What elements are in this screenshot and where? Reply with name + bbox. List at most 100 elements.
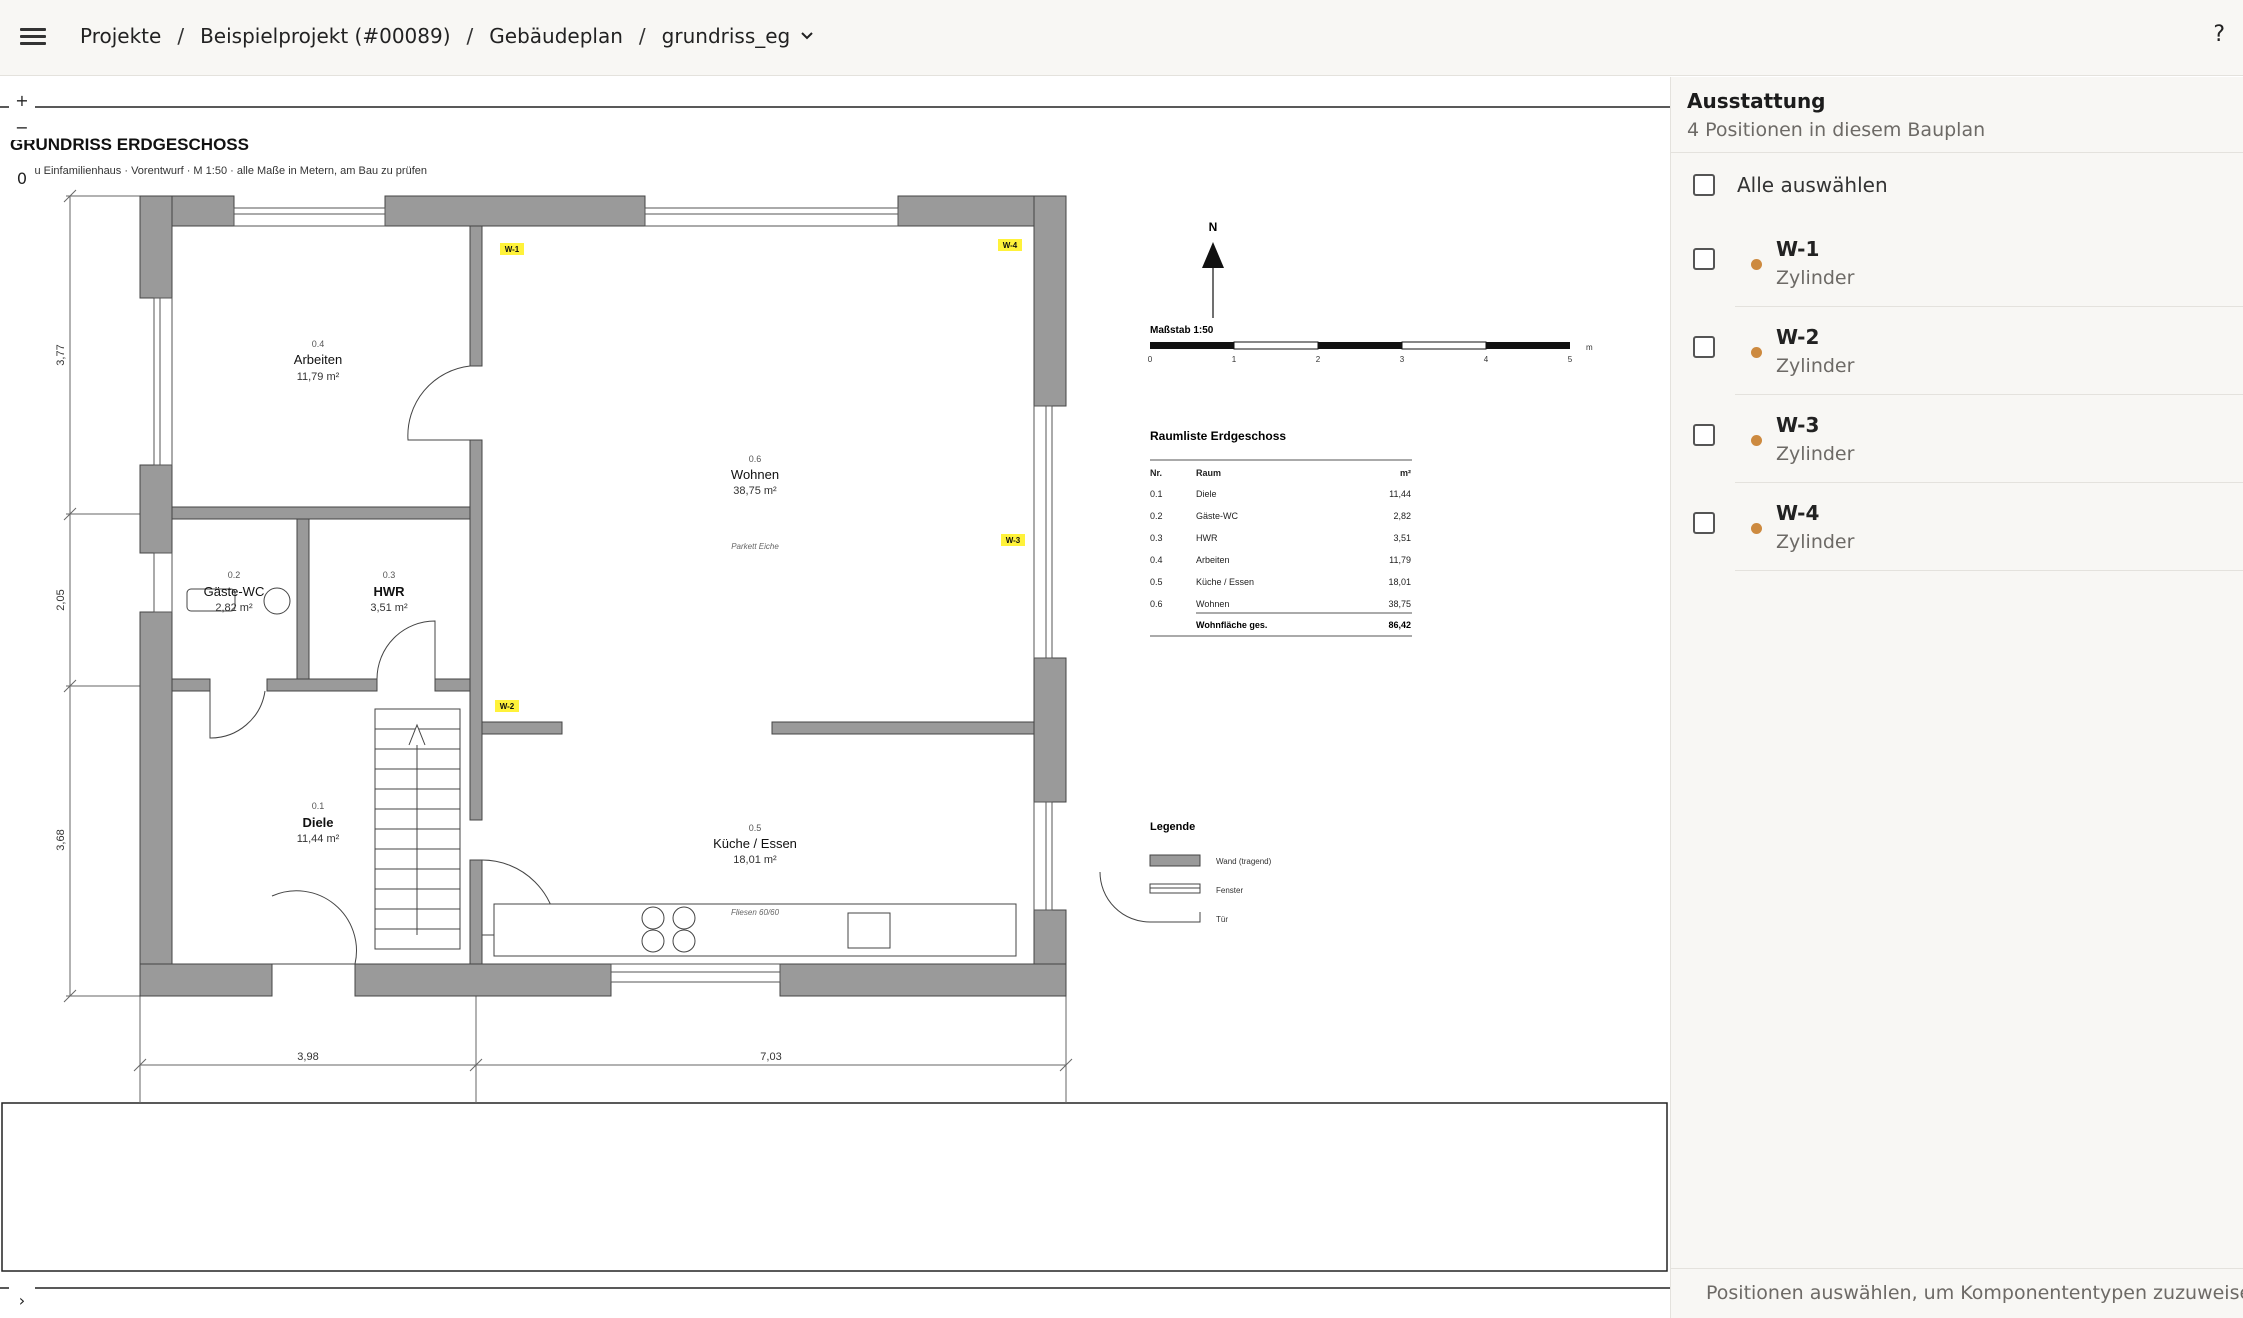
svg-text:Raumliste Erdgeschoss: Raumliste Erdgeschoss [1150,429,1286,443]
zoom-reset-button[interactable]: 0 [9,165,35,191]
room-name: Wohnen [731,467,779,482]
svg-text:Raum: Raum [1196,468,1221,478]
marker-w4-label: W-4 [1003,241,1018,250]
list-item-divider [1735,483,2243,571]
item-checkbox[interactable] [1693,336,1715,358]
help-button[interactable]: ? [2213,22,2225,47]
svg-text:2: 2 [1316,355,1321,364]
svg-text:1: 1 [1232,355,1237,364]
breadcrumb-project[interactable]: Beispielprojekt (#00089) [200,24,450,48]
chevron-down-icon[interactable] [800,31,814,41]
item-subtitle: Zylinder [1776,443,1855,465]
sidebar-subtitle: 4 Positionen in diesem Bauplan [1687,119,1986,141]
room-area: 2,82 m² [215,602,253,614]
svg-text:Wand (tragend): Wand (tragend) [1216,857,1272,866]
list-item[interactable]: W-4 Zylinder [1671,483,2243,571]
breadcrumb: Projekte / Beispielprojekt (#00089) / Ge… [80,24,814,48]
select-all-label: Alle auswählen [1737,173,1888,197]
sidebar-header: Ausstattung 4 Positionen in diesem Baupl… [1671,77,2243,153]
dimension-label: 7,03 [760,1051,781,1063]
svg-text:Diele: Diele [1196,489,1217,499]
status-dot-icon [1751,435,1762,446]
room-name: Gäste-WC [204,584,265,599]
item-subtitle: Zylinder [1776,355,1855,377]
item-title: W-4 [1776,501,1820,525]
marker-w2-label: W-2 [500,702,515,711]
svg-text:HWR: HWR [1196,533,1218,543]
room-number: 0.1 [312,801,325,811]
top-bar: Projekte / Beispielprojekt (#00089) / Ge… [0,0,2243,76]
plan-canvas[interactable]: GRUNDRISS ERDGESCHOSS eubau Einfamilienh… [0,77,1670,1318]
dimension-label: 3,68 [55,829,67,850]
item-title: W-1 [1776,237,1820,261]
legend: Legende Wand (tragend) Fenster Tür [1099,821,1272,924]
sidebar-title: Ausstattung [1687,89,1826,113]
svg-text:3,51: 3,51 [1393,533,1411,543]
room-labels: 0.4 Arbeiten 11,79 m² 0.6 Wohnen 38,75 m… [204,339,797,917]
svg-text:m: m [1586,343,1593,352]
room-number: 0.2 [228,570,241,580]
svg-text:m²: m² [1400,468,1411,478]
title-block-frame [1,1102,1668,1272]
room-number: 0.6 [749,454,762,464]
svg-text:Arbeiten: Arbeiten [1196,555,1230,565]
svg-text:Wohnen: Wohnen [1196,599,1229,609]
item-subtitle: Zylinder [1776,531,1855,553]
svg-text:18,01: 18,01 [1388,577,1411,587]
list-item[interactable]: W-1 Zylinder [1671,219,2243,307]
svg-text:4: 4 [1484,355,1489,364]
marker-w3-label: W-3 [1006,536,1021,545]
floor-plan-drawing: GRUNDRISS ERDGESCHOSS eubau Einfamilienh… [0,106,1670,1289]
room-list-table: Raumliste Erdgeschoss Nr. Raum m² 0.1 Di… [1150,429,1412,637]
svg-text:11,44: 11,44 [1389,489,1411,499]
svg-text:11,79: 11,79 [1389,555,1411,565]
item-checkbox[interactable] [1693,512,1715,534]
floor-note: Parkett Eiche [731,542,779,551]
breadcrumb-projekte[interactable]: Projekte [80,24,161,48]
north-arrow: N [1202,220,1224,318]
status-dot-icon [1751,523,1762,534]
dimension-label: 2,05 [55,589,67,610]
stairs [374,708,461,950]
item-checkbox[interactable] [1693,424,1715,446]
room-area: 38,75 m² [733,485,777,497]
item-checkbox[interactable] [1693,248,1715,270]
svg-text:Legende: Legende [1150,821,1195,833]
list-item-divider [1735,395,2243,483]
svg-text:Tür: Tür [1216,915,1228,924]
marker-w1-label: W-1 [505,245,520,254]
breadcrumb-current-plan[interactable]: grundriss_eg [662,24,791,48]
svg-text:0: 0 [1148,355,1153,364]
zoom-out-button[interactable]: − [9,114,35,140]
select-all-row[interactable]: Alle auswählen [1693,173,1888,197]
svg-text:0.6: 0.6 [1150,599,1163,609]
room-number: 0.3 [383,570,396,580]
room-area: 11,79 m² [297,371,340,383]
svg-text:Gäste-WC: Gäste-WC [1196,511,1239,521]
select-all-checkbox[interactable] [1693,174,1715,196]
list-item[interactable]: W-3 Zylinder [1671,395,2243,483]
breadcrumb-separator: / [177,24,185,48]
svg-text:0.2: 0.2 [1150,511,1163,521]
scale-bar: Maßstab 1:50 0 1 2 3 4 5 m [1148,325,1593,364]
svg-text:Fenster: Fenster [1216,886,1243,895]
breadcrumb-building-plan[interactable]: Gebäudeplan [489,24,623,48]
hamburger-menu-icon[interactable] [20,24,46,48]
list-item[interactable]: W-2 Zylinder [1671,307,2243,395]
svg-text:0.4: 0.4 [1150,555,1163,565]
equipment-sidebar: Ausstattung 4 Positionen in diesem Baupl… [1670,77,2243,1318]
item-title: W-3 [1776,413,1820,437]
zoom-in-button[interactable]: + [9,87,35,113]
list-item-divider [1735,219,2243,307]
dimension-label: 3,98 [297,1051,318,1063]
plan-title: GRUNDRISS ERDGESCHOSS [10,135,249,154]
breadcrumb-separator: / [466,24,474,48]
svg-text:Maßstab 1:50: Maßstab 1:50 [1150,325,1214,336]
expand-panel-button[interactable]: › [9,1287,35,1313]
breadcrumb-separator: / [638,24,646,48]
item-subtitle: Zylinder [1776,267,1855,289]
svg-text:38,75: 38,75 [1388,599,1411,609]
item-title: W-2 [1776,325,1820,349]
tiles-note: Fliesen 60/60 [731,908,780,917]
svg-text:3: 3 [1400,355,1405,364]
